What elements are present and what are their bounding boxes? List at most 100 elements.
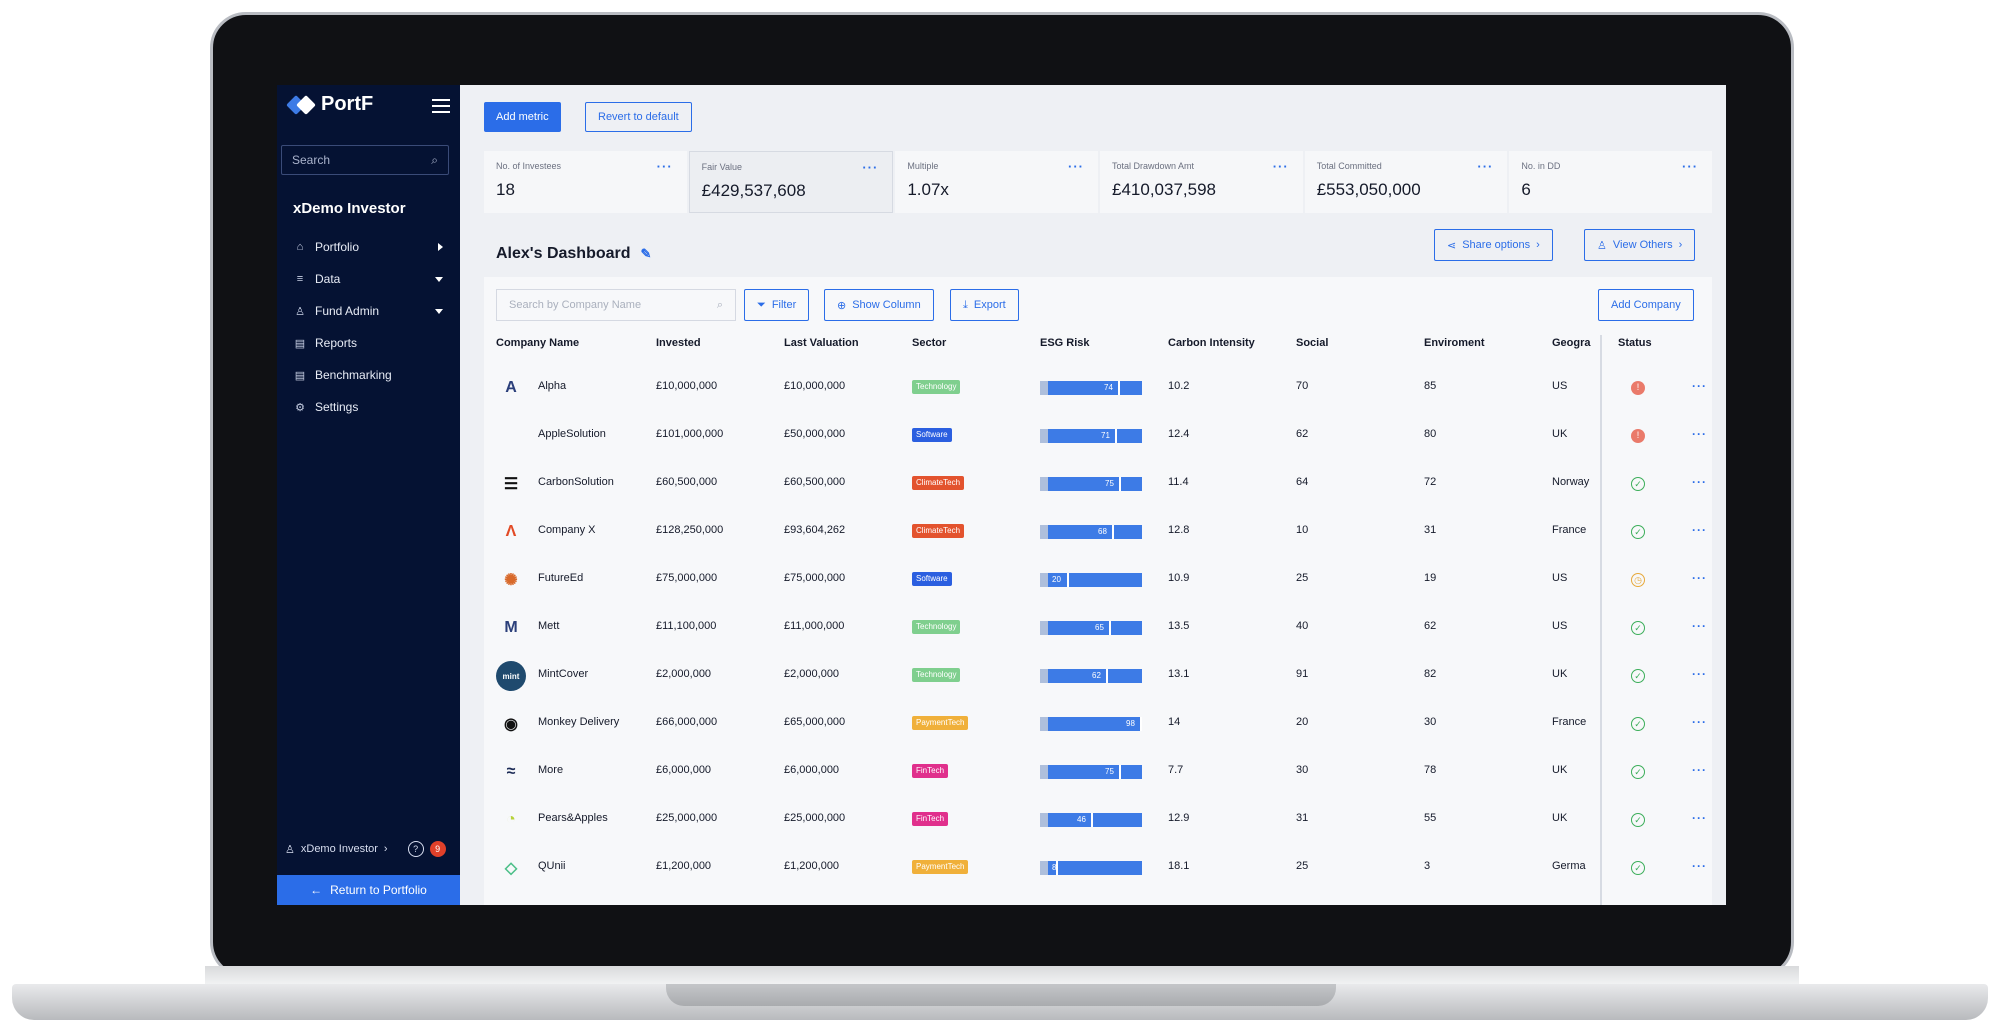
help-icon[interactable]: ? bbox=[407, 841, 424, 857]
status-icon[interactable]: ✓ bbox=[1631, 765, 1645, 779]
laptop-hinge bbox=[205, 966, 1799, 984]
col-social[interactable]: Social bbox=[1296, 337, 1328, 349]
more-icon[interactable]: ··· bbox=[1692, 811, 1707, 825]
col-carbon-intensity[interactable]: Carbon Intensity bbox=[1168, 337, 1255, 349]
sidebar-item-fund-admin[interactable]: ♙ Fund Admin bbox=[293, 295, 443, 327]
add-company-label: Add Company bbox=[1611, 299, 1681, 311]
more-icon[interactable]: ··· bbox=[1692, 667, 1707, 681]
col-invested[interactable]: Invested bbox=[656, 337, 701, 349]
metric-card[interactable]: Multiple 1.07x ··· bbox=[895, 151, 1099, 213]
more-icon[interactable]: ··· bbox=[1692, 475, 1707, 489]
share-options-button[interactable]: ⋖ Share options › bbox=[1434, 229, 1553, 261]
sidebar-item-settings[interactable]: ⚙ Settings bbox=[293, 391, 443, 423]
company-name[interactable]: CarbonSolution bbox=[538, 476, 614, 488]
status-icon[interactable]: ✓ bbox=[1631, 525, 1645, 539]
more-icon[interactable]: ··· bbox=[1692, 763, 1707, 777]
table-row[interactable]: ◔ Pears&Apples £25,000,000 £25,000,000 F… bbox=[496, 795, 1712, 843]
table-row[interactable]: ≈ More £6,000,000 £6,000,000 FinTech 75 … bbox=[496, 747, 1712, 795]
more-icon[interactable]: ··· bbox=[1692, 619, 1707, 633]
sidebar-item-reports[interactable]: ▤ Reports bbox=[293, 327, 443, 359]
more-icon[interactable]: ··· bbox=[862, 160, 878, 175]
table-row[interactable]: ☰ CarbonSolution £60,500,000 £60,500,000… bbox=[496, 459, 1712, 507]
more-icon[interactable]: ··· bbox=[1692, 571, 1707, 585]
sidebar-item-data[interactable]: ≡ Data bbox=[293, 263, 443, 295]
more-icon[interactable]: ··· bbox=[1692, 379, 1707, 393]
company-name[interactable]: MintCover bbox=[538, 668, 588, 680]
esg-risk-value: 62 bbox=[1092, 671, 1101, 680]
pencil-icon[interactable]: ✎ bbox=[641, 246, 652, 262]
table-row[interactable]: M Mett £11,100,000 £11,000,000 Technolog… bbox=[496, 603, 1712, 651]
dashboard-title: Alex's Dashboard ✎ bbox=[496, 245, 651, 263]
more-icon[interactable]: ··· bbox=[1692, 427, 1707, 441]
table-row[interactable]: ◇ QUnii £1,200,000 £1,200,000 PaymentTec… bbox=[496, 843, 1712, 891]
table-header: Company Name Invested Last Valuation Sec… bbox=[496, 337, 1712, 359]
metric-card[interactable]: Total Drawdown Amt £410,037,598 ··· bbox=[1100, 151, 1303, 213]
status-icon[interactable]: ✓ bbox=[1631, 669, 1645, 683]
view-others-button[interactable]: ♙ View Others › bbox=[1584, 229, 1696, 261]
col-last-valuation[interactable]: Last Valuation bbox=[784, 337, 859, 349]
more-icon[interactable]: ··· bbox=[1692, 715, 1707, 729]
notification-badge[interactable]: 9 bbox=[429, 841, 446, 857]
more-icon[interactable]: ··· bbox=[1477, 159, 1493, 174]
sidebar-item-portfolio[interactable]: ⌂ Portfolio bbox=[293, 231, 443, 263]
table-row[interactable]: AppleSolution £101,000,000 £50,000,000 S… bbox=[496, 411, 1712, 459]
document-icon: ▤ bbox=[294, 337, 306, 350]
metric-card[interactable]: No. of Investees 18 ··· bbox=[484, 151, 687, 213]
table-row[interactable]: mint MintCover £2,000,000 £2,000,000 Tec… bbox=[496, 651, 1712, 699]
sidebar-search-input[interactable]: Search ⌕ bbox=[281, 145, 449, 175]
col-esg-risk[interactable]: ESG Risk bbox=[1040, 337, 1090, 349]
company-name[interactable]: Monkey Delivery bbox=[538, 716, 619, 728]
more-icon[interactable]: ··· bbox=[1273, 159, 1289, 174]
metric-card[interactable]: No. in DD 6 ··· bbox=[1509, 151, 1713, 213]
company-name[interactable]: FutureEd bbox=[538, 572, 583, 584]
return-to-portfolio-button[interactable]: ← Return to Portfolio bbox=[277, 875, 460, 905]
col-sector[interactable]: Sector bbox=[912, 337, 946, 349]
status-icon[interactable]: ✓ bbox=[1631, 621, 1645, 635]
table-row[interactable]: ◉ Monkey Delivery £66,000,000 £65,000,00… bbox=[496, 699, 1712, 747]
table-row[interactable]: ✺ FutureEd £75,000,000 £75,000,000 Softw… bbox=[496, 555, 1712, 603]
status-icon[interactable]: ✓ bbox=[1631, 861, 1645, 875]
revert-default-button[interactable]: Revert to default bbox=[585, 102, 692, 132]
col-company-name[interactable]: Company Name bbox=[496, 337, 579, 349]
user-menu[interactable]: ♙ xDemo Investor › ? 9 bbox=[285, 841, 455, 857]
valuation-value: £11,000,000 bbox=[784, 620, 845, 632]
environment-value: 85 bbox=[1424, 380, 1437, 392]
status-icon[interactable]: ◷ bbox=[1631, 573, 1645, 587]
table-row[interactable]: A Alpha £10,000,000 £10,000,000 Technolo… bbox=[496, 363, 1712, 411]
status-icon[interactable]: ✓ bbox=[1631, 717, 1645, 731]
status-icon[interactable]: ✓ bbox=[1631, 813, 1645, 827]
add-metric-button[interactable]: Add metric bbox=[484, 102, 561, 132]
company-name[interactable]: Company X bbox=[538, 524, 595, 536]
status-icon[interactable]: ! bbox=[1631, 429, 1645, 443]
more-icon[interactable]: ··· bbox=[1692, 859, 1707, 873]
filter-button[interactable]: ⏷ Filter bbox=[744, 289, 810, 321]
add-company-button[interactable]: Add Company bbox=[1598, 289, 1694, 321]
more-icon[interactable]: ··· bbox=[1068, 159, 1084, 174]
status-icon[interactable]: ! bbox=[1631, 381, 1645, 395]
menu-icon[interactable] bbox=[432, 99, 450, 113]
show-column-button[interactable]: ⊕ Show Column bbox=[824, 289, 934, 321]
company-name[interactable]: Mett bbox=[538, 620, 559, 632]
company-name[interactable]: Alpha bbox=[538, 380, 566, 392]
more-icon[interactable]: ··· bbox=[1692, 523, 1707, 537]
company-name[interactable]: More bbox=[538, 764, 563, 776]
status-icon[interactable]: ✓ bbox=[1631, 477, 1645, 491]
company-name[interactable]: QUnii bbox=[538, 860, 566, 872]
geography-value: France bbox=[1552, 716, 1587, 728]
metric-card[interactable]: Fair Value £429,537,608 ··· bbox=[688, 151, 894, 213]
metric-card[interactable]: Total Committed £553,050,000 ··· bbox=[1304, 151, 1508, 213]
sidebar-item-benchmarking[interactable]: ▤ Benchmarking bbox=[293, 359, 443, 391]
esg-bar-start bbox=[1040, 717, 1048, 731]
col-geography[interactable]: Geogra bbox=[1552, 337, 1592, 349]
col-environment[interactable]: Enviroment bbox=[1424, 337, 1485, 349]
more-icon[interactable]: ··· bbox=[657, 159, 673, 174]
more-icon[interactable]: ··· bbox=[1682, 159, 1698, 174]
table-row[interactable]: Λ Company X £128,250,000 £93,604,262 Cli… bbox=[496, 507, 1712, 555]
company-name[interactable]: Pears&Apples bbox=[538, 812, 608, 824]
social-value: 70 bbox=[1296, 380, 1309, 392]
app-logo[interactable]: PortF bbox=[286, 93, 373, 116]
company-search-input[interactable]: Search by Company Name ⌕ bbox=[496, 289, 736, 321]
company-name[interactable]: AppleSolution bbox=[538, 428, 606, 440]
export-button[interactable]: ⤓ Export bbox=[950, 289, 1019, 321]
col-status[interactable]: Status bbox=[1618, 337, 1652, 349]
